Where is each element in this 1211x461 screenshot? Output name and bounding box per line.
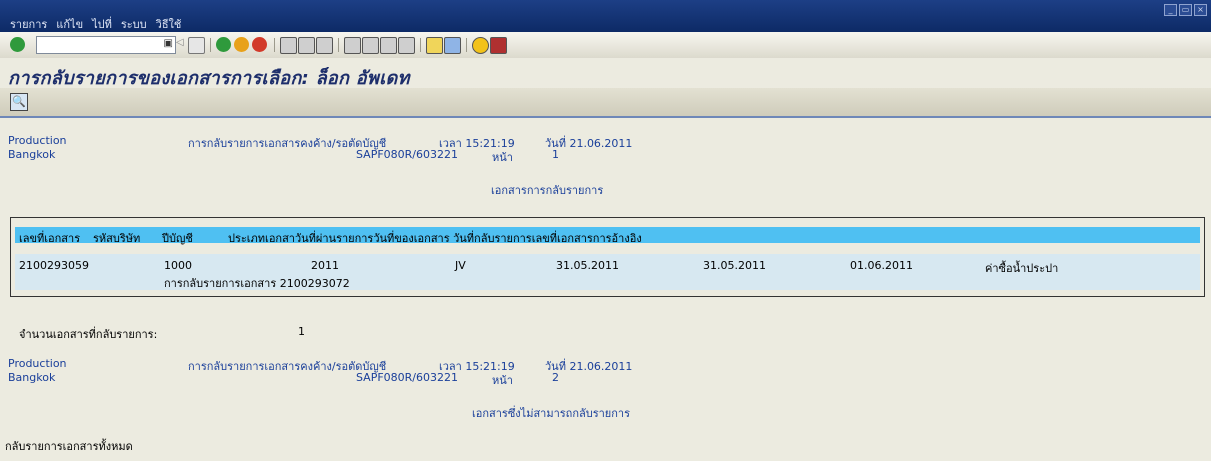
menu-item-help[interactable]: วิธีใช้	[156, 15, 182, 33]
page-number: 1	[552, 148, 559, 161]
help-icon[interactable]	[472, 37, 489, 54]
save-history-icon[interactable]: ▣	[164, 38, 173, 49]
cell-company-code: 1000	[164, 259, 192, 272]
application-toolbar: 🔍	[0, 88, 1211, 118]
first-page-icon[interactable]	[344, 37, 361, 54]
save-icon[interactable]	[188, 37, 205, 54]
cell-reversal-doc: การกลับรายการเอกสาร 2100293072	[164, 277, 350, 290]
last-page-icon[interactable]	[398, 37, 415, 54]
restore-window-icon[interactable]: ▭	[1179, 4, 1192, 16]
footer-text: กลับรายการเอกสารทั้งหมด	[5, 440, 133, 453]
exit-icon[interactable]	[234, 37, 249, 52]
page-label: หน้า	[492, 151, 513, 164]
shortcut-icon[interactable]	[444, 37, 461, 54]
menu-item-goto[interactable]: ไปที่	[92, 15, 112, 33]
col-header-company-code: รหัสบริษัท	[93, 232, 141, 245]
menu-item-edit[interactable]: แก้ไข	[56, 15, 83, 33]
cell-doc-type: JV	[455, 259, 466, 272]
print-icon[interactable]	[280, 37, 297, 54]
title-bar: การกลับรายการของเอกสารการเลือก: ล็อก อัพ…	[0, 58, 1211, 89]
city-name: Bangkok	[8, 148, 56, 161]
count-label: จำนวนเอกสารที่กลับรายการ:	[19, 328, 158, 341]
table-row[interactable]: 2100293059 1000 2011 JV 31.05.2011 31.05…	[15, 254, 1200, 290]
company-name-2: Production	[8, 357, 67, 370]
back-arrow-icon[interactable]: ◁	[176, 37, 184, 52]
program-name-2: SAPF080R/603221	[356, 371, 459, 384]
menu-item-list[interactable]: รายการ	[10, 15, 47, 33]
table-header: เลขที่เอกสาร รหัสบริษัท ปีบัญชี ประเภทเอ…	[15, 227, 1200, 245]
reversed-documents-table: เลขที่เอกสาร รหัสบริษัท ปีบัญชี ประเภทเอ…	[10, 217, 1205, 297]
col-header-doc-no: เลขที่เอกสาร	[19, 232, 81, 245]
city-name-2: Bangkok	[8, 371, 56, 384]
page-number-2: 2	[552, 371, 559, 384]
command-field[interactable]: ▣	[36, 36, 176, 54]
count-value: 1	[298, 325, 305, 338]
find-next-icon[interactable]	[316, 37, 333, 54]
new-session-icon[interactable]	[426, 37, 443, 54]
col-header-doc-details: ประเภทเอกสาวันที่ผ่านรายการวันที่ของเอกส…	[228, 232, 642, 245]
enter-checkmark-icon[interactable]	[10, 37, 25, 52]
standard-toolbar: ▣ ◁	[0, 32, 1211, 59]
cell-reference: ค่าซื้อน้ำประปา	[985, 262, 1059, 275]
cell-posting-date: 31.05.2011	[556, 259, 619, 272]
section-title: เอกสารการกลับรายการ	[491, 184, 604, 197]
cell-doc-date: 31.05.2011	[703, 259, 766, 272]
cell-fiscal-year: 2011	[311, 259, 339, 272]
section-title-2: เอกสารซึ่งไม่สามารถกลับรายการ	[472, 407, 630, 420]
col-header-fiscal-year: ปีบัญชี	[162, 232, 193, 245]
close-window-icon[interactable]: ×	[1194, 4, 1207, 16]
display-document-icon[interactable]: 🔍	[10, 93, 28, 111]
next-page-icon[interactable]	[380, 37, 397, 54]
layout-menu-icon[interactable]	[490, 37, 507, 54]
back-icon[interactable]	[216, 37, 231, 52]
menu-bar: รายการ แก้ไข ไปที่ ระบบ วิธีใช้ _ ▭ ×	[0, 0, 1211, 32]
cancel-icon[interactable]	[252, 37, 267, 52]
menu-item-system[interactable]: ระบบ	[121, 15, 147, 33]
cell-doc-no: 2100293059	[19, 259, 89, 272]
company-name: Production	[8, 134, 67, 147]
program-name: SAPF080R/603221	[356, 148, 459, 161]
previous-page-icon[interactable]	[362, 37, 379, 54]
minimize-window-icon[interactable]: _	[1164, 4, 1177, 16]
cell-reversal-date: 01.06.2011	[850, 259, 913, 272]
page-label-2: หน้า	[492, 374, 513, 387]
find-icon[interactable]	[298, 37, 315, 54]
